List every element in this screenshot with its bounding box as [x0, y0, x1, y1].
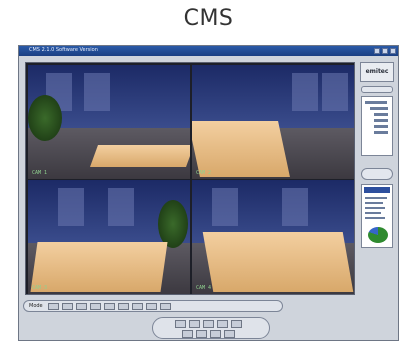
- camera-view-4[interactable]: CAM 4: [192, 180, 354, 294]
- camera-label: CAM 4: [196, 285, 212, 291]
- mode-label: Mode: [29, 303, 43, 309]
- camera-label: CAM 3: [32, 285, 48, 291]
- layout-button-3[interactable]: [76, 303, 87, 310]
- close-button[interactable]: [390, 48, 396, 54]
- fast-forward-button[interactable]: [231, 320, 242, 328]
- side-button[interactable]: [361, 86, 393, 93]
- layout-button-8[interactable]: [146, 303, 157, 310]
- camera-view-3[interactable]: CAM 3: [28, 180, 190, 294]
- selected-drive[interactable]: [364, 187, 390, 193]
- layout-button-2[interactable]: [62, 303, 73, 310]
- maximize-button[interactable]: [382, 48, 388, 54]
- step-back-button[interactable]: [182, 330, 193, 338]
- title-bar: CMS 2.1.0 Software Version: [19, 46, 398, 56]
- video-grid: CAM 1 CAM 2 CAM 3 CAM 4: [25, 62, 355, 295]
- play-back-button[interactable]: [189, 320, 200, 328]
- layout-button-1[interactable]: [48, 303, 59, 310]
- camera-label: CAM 2: [196, 170, 212, 176]
- window-title: CMS 2.1.0 Software Version: [29, 47, 98, 53]
- cms-window: CMS 2.1.0 Software Version CAM 1 CAM 2 C…: [18, 45, 399, 341]
- minimize-button[interactable]: [374, 48, 380, 54]
- play-button[interactable]: [217, 320, 228, 328]
- layout-button-4[interactable]: [90, 303, 101, 310]
- step-forward-button[interactable]: [224, 330, 235, 338]
- side-panel: emitec: [360, 62, 394, 295]
- pause-button[interactable]: [196, 330, 207, 338]
- mode-bar: Mode: [23, 300, 283, 312]
- storage-panel: [361, 184, 393, 248]
- camera-view-1[interactable]: CAM 1: [28, 65, 190, 179]
- layout-button-5[interactable]: [104, 303, 115, 310]
- camera-label: CAM 1: [32, 170, 48, 176]
- ptz-control[interactable]: [361, 168, 393, 180]
- device-tree[interactable]: [361, 96, 393, 156]
- rewind-button[interactable]: [175, 320, 186, 328]
- stop-button[interactable]: [203, 320, 214, 328]
- record-button[interactable]: [210, 330, 221, 338]
- page-heading: CMS: [183, 6, 234, 31]
- brand-logo: emitec: [360, 62, 394, 82]
- layout-button-7[interactable]: [132, 303, 143, 310]
- layout-button-6[interactable]: [118, 303, 129, 310]
- layout-button-9[interactable]: [160, 303, 171, 310]
- camera-view-2[interactable]: CAM 2: [192, 65, 354, 179]
- disk-usage-pie: [368, 227, 388, 243]
- playback-controls: [152, 317, 270, 339]
